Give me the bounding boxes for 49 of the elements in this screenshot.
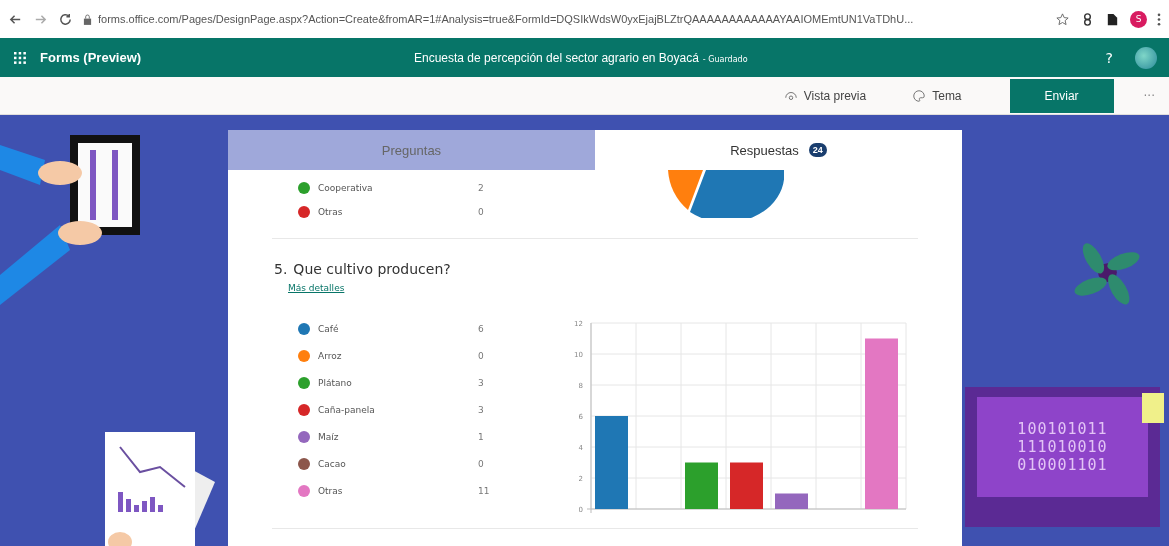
save-status: - Guardado bbox=[702, 54, 748, 64]
option-label: Café bbox=[318, 323, 340, 334]
option-label: Otras bbox=[318, 207, 344, 217]
chart-bar bbox=[775, 493, 808, 509]
option-count: 1 bbox=[478, 431, 484, 442]
profile-avatar[interactable]: S bbox=[1130, 10, 1147, 28]
option-label: Arroz bbox=[318, 350, 343, 361]
option-count: 2 bbox=[478, 183, 484, 193]
more-details-link[interactable]: Más detalles bbox=[288, 283, 345, 293]
theme-button[interactable]: Tema bbox=[932, 88, 962, 103]
count-badge: 24 bbox=[808, 143, 827, 157]
option-count: 0 bbox=[478, 350, 484, 361]
option-label: Cooperativa bbox=[318, 183, 374, 193]
option-label: Plátano bbox=[318, 377, 353, 388]
option-label: Cacao bbox=[318, 458, 347, 469]
star-icon[interactable] bbox=[1055, 11, 1070, 27]
extension-icon[interactable] bbox=[1105, 11, 1120, 27]
address-bar-url[interactable]: forms.office.com/Pages/DesignPage.aspx?Action=Create&fromAR=1#Analysis=true&FormId=DQSIkWdsW0yxEjajBLZtrQAAAAAAAAAAAAYAAIOMEmtUN1VaTDhU... bbox=[98, 13, 1045, 25]
sticky-note bbox=[1142, 393, 1164, 423]
reload-icon[interactable] bbox=[58, 11, 73, 27]
send-button[interactable]: Enviar bbox=[1009, 78, 1114, 113]
option-count: 3 bbox=[478, 404, 484, 415]
option-label: Otras bbox=[318, 485, 344, 496]
form-title: Encuesta de percepción del sector agrario en Boyacá bbox=[414, 50, 699, 65]
app-name[interactable]: Forms (Preview) bbox=[40, 50, 400, 65]
question-title: Que cultivo producen? bbox=[293, 261, 451, 277]
option-count: 6 bbox=[478, 323, 484, 334]
binary-text: 010001101 bbox=[1017, 456, 1108, 474]
user-avatar[interactable] bbox=[1135, 46, 1157, 69]
option-label: Maíz bbox=[318, 431, 340, 442]
help-button[interactable]: ? bbox=[1105, 49, 1113, 66]
option-count: 11 bbox=[478, 485, 490, 496]
option-count: 3 bbox=[478, 377, 484, 388]
option-count: 0 bbox=[478, 458, 484, 469]
option-count: 0 bbox=[478, 207, 484, 217]
palette-icon bbox=[912, 88, 927, 103]
tab-label: Preguntas bbox=[381, 142, 442, 158]
preview-button[interactable]: Vista previa bbox=[803, 88, 867, 103]
option-label: Caña-panela bbox=[318, 404, 376, 415]
binary-text: 111010010 bbox=[1017, 438, 1108, 456]
tab-label: Respuestas bbox=[730, 142, 799, 158]
binary-text: 100101011 bbox=[1017, 420, 1108, 438]
chart-bar bbox=[730, 462, 763, 509]
chart-bar bbox=[685, 462, 718, 509]
lock-icon bbox=[83, 13, 92, 25]
more-options-button[interactable]: ··· bbox=[1143, 88, 1155, 103]
app-launcher-icon[interactable] bbox=[14, 51, 26, 64]
question-number: 5. bbox=[274, 261, 288, 277]
more-vertical-icon[interactable] bbox=[1157, 11, 1161, 27]
